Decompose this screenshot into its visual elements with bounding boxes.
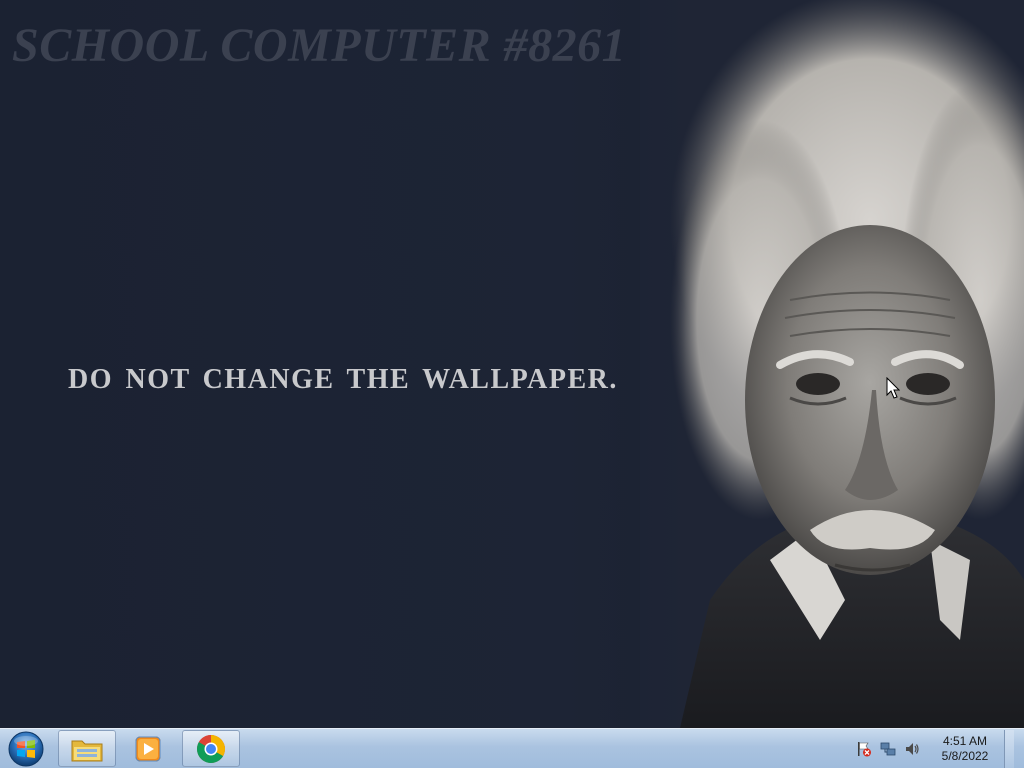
file-explorer-folder-icon xyxy=(71,740,103,761)
windows-start-orb-icon[interactable] xyxy=(6,731,46,767)
clock[interactable]: 4:51 AM 5/8/2022 xyxy=(934,734,996,764)
taskbar-file-explorer-button[interactable] xyxy=(58,730,116,767)
taskbar-chrome-button[interactable] xyxy=(182,730,240,767)
system-tray: 4:51 AM 5/8/2022 xyxy=(856,729,1014,769)
google-chrome-icon xyxy=(197,734,225,763)
mouse-cursor-icon xyxy=(886,377,900,399)
taskbar-media-player-button[interactable] xyxy=(119,730,177,767)
wallpaper-watermark-title: SCHOOL COMPUTER #8261 xyxy=(12,19,627,72)
wallpaper-slogan: DO NOT CHANGE THE WALLPAPER. xyxy=(68,364,618,395)
windows-media-player-icon xyxy=(135,736,161,761)
action-center-flag-icon[interactable] xyxy=(856,741,872,757)
clock-date: 5/8/2022 xyxy=(941,749,989,763)
show-desktop-button[interactable] xyxy=(1004,730,1014,768)
wallpaper-portrait-image xyxy=(640,0,1024,728)
network-icon[interactable] xyxy=(880,741,896,757)
taskbar: 4:51 AM 5/8/2022 xyxy=(0,728,1024,768)
clock-time: 4:51 AM xyxy=(942,734,988,748)
volume-icon[interactable] xyxy=(904,741,920,757)
desktop[interactable]: SCHOOL COMPUTER #8261 DO NOT CHANGE THE … xyxy=(0,0,1024,728)
